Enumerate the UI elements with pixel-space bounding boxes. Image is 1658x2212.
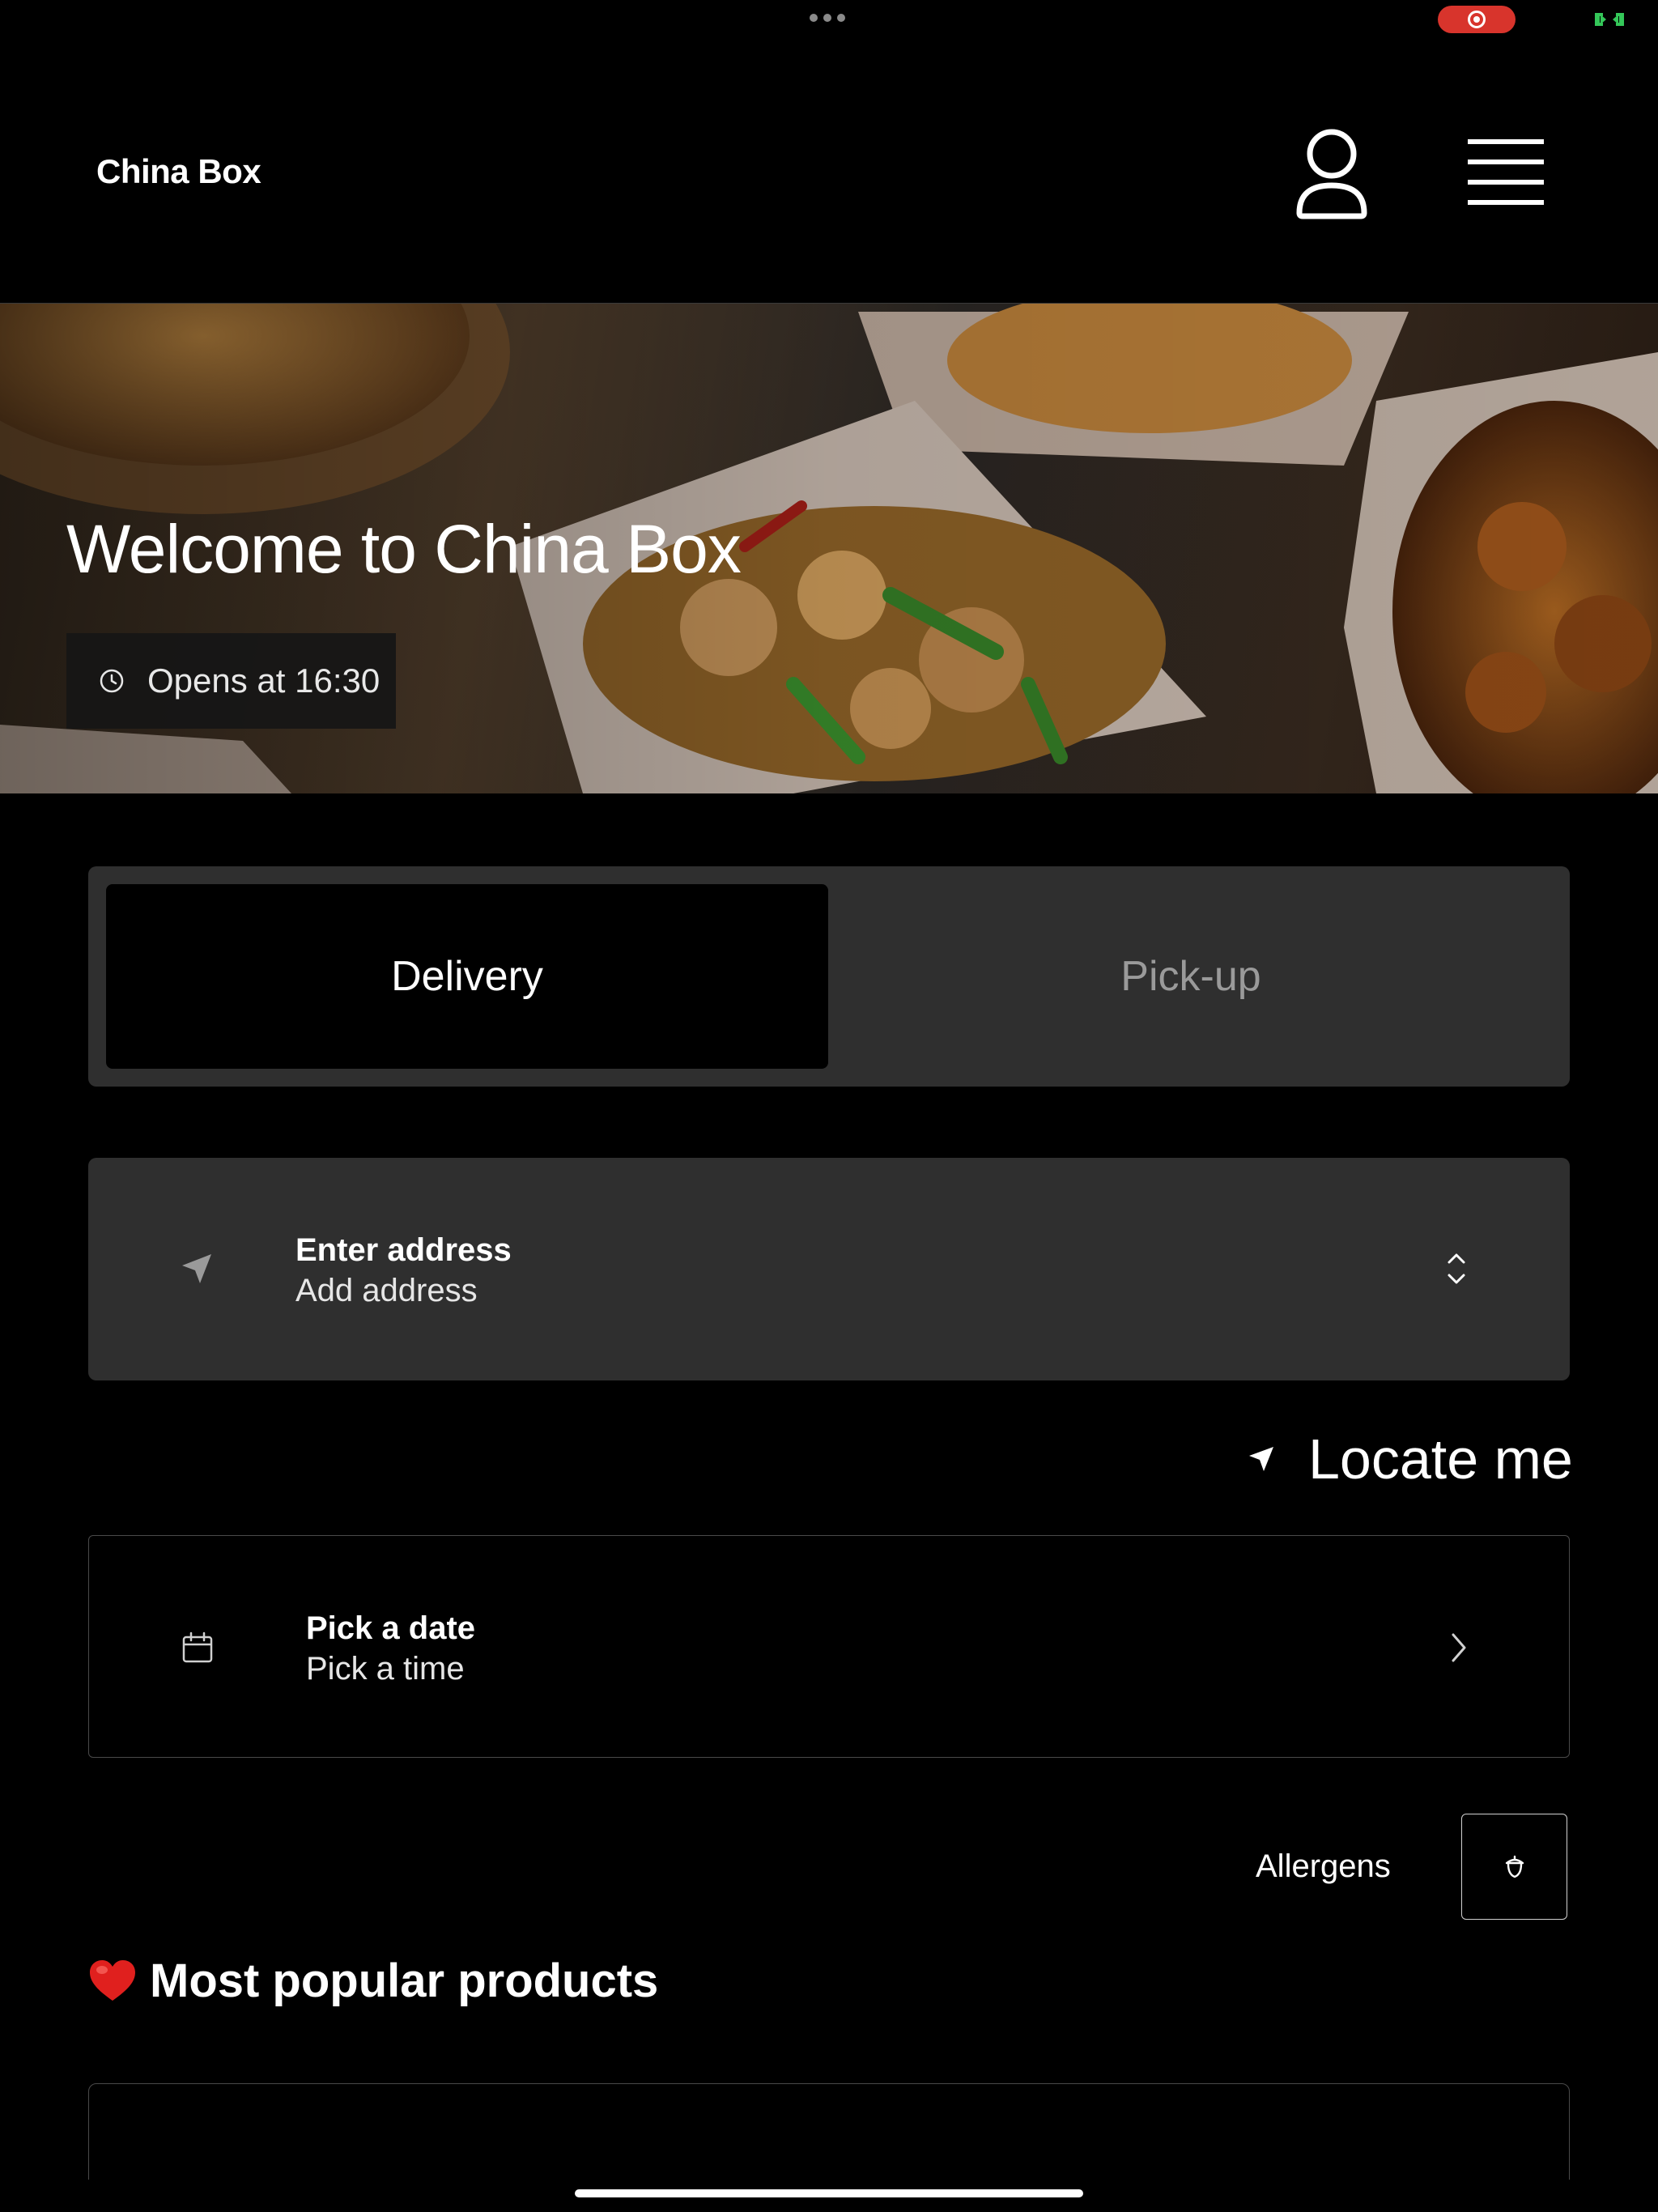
- status-bar: [0, 0, 1658, 40]
- acorn-icon: [1505, 1855, 1524, 1878]
- allergens-label: Allergens: [1256, 1848, 1391, 1884]
- hero-title: Welcome to China Box: [66, 511, 742, 587]
- home-indicator[interactable]: [575, 2189, 1083, 2197]
- tab-delivery[interactable]: Delivery: [106, 884, 828, 1069]
- battery-icon: [1595, 13, 1624, 26]
- screen-recording-icon[interactable]: [1438, 6, 1516, 33]
- calendar-icon: [182, 1631, 213, 1663]
- most-popular-title: Most popular products: [150, 1955, 659, 2007]
- hamburger-menu-icon[interactable]: [1465, 136, 1546, 209]
- chevron-right-icon: [1452, 1633, 1466, 1662]
- hero-banner: Welcome to China Box Opens at 16:30: [0, 304, 1658, 793]
- opening-hours-text: Opens at 16:30: [147, 661, 380, 700]
- clock-icon: [100, 669, 124, 693]
- order-mode-toggle: Delivery Pick-up: [88, 866, 1570, 1087]
- heart-emoji-icon: [90, 1959, 135, 2001]
- tab-pickup[interactable]: Pick-up: [830, 884, 1552, 1069]
- date-time-picker[interactable]: Pick a date Pick a time: [88, 1535, 1570, 1758]
- address-title: Enter address: [295, 1232, 512, 1268]
- date-title: Pick a date: [306, 1610, 476, 1646]
- time-subtitle: Pick a time: [306, 1651, 465, 1687]
- locate-me-label: Locate me: [1308, 1427, 1573, 1491]
- app-header: China Box: [0, 40, 1658, 304]
- navigation-arrow-icon: [182, 1254, 211, 1283]
- opening-hours-badge: Opens at 16:30: [66, 633, 396, 729]
- brand-title[interactable]: China Box: [96, 152, 261, 191]
- chevron-up-down-icon: [1448, 1253, 1465, 1284]
- locate-me-button[interactable]: Locate me: [1247, 1425, 1573, 1493]
- allergens-button[interactable]: [1461, 1814, 1567, 1920]
- address-selector[interactable]: Enter address Add address: [88, 1158, 1570, 1380]
- location-arrow-icon: [1249, 1447, 1273, 1471]
- most-popular-heading: Most popular products: [88, 1954, 658, 2008]
- user-icon[interactable]: [1291, 125, 1372, 223]
- address-subtitle: Add address: [295, 1273, 478, 1308]
- more-dots-icon[interactable]: [810, 14, 845, 22]
